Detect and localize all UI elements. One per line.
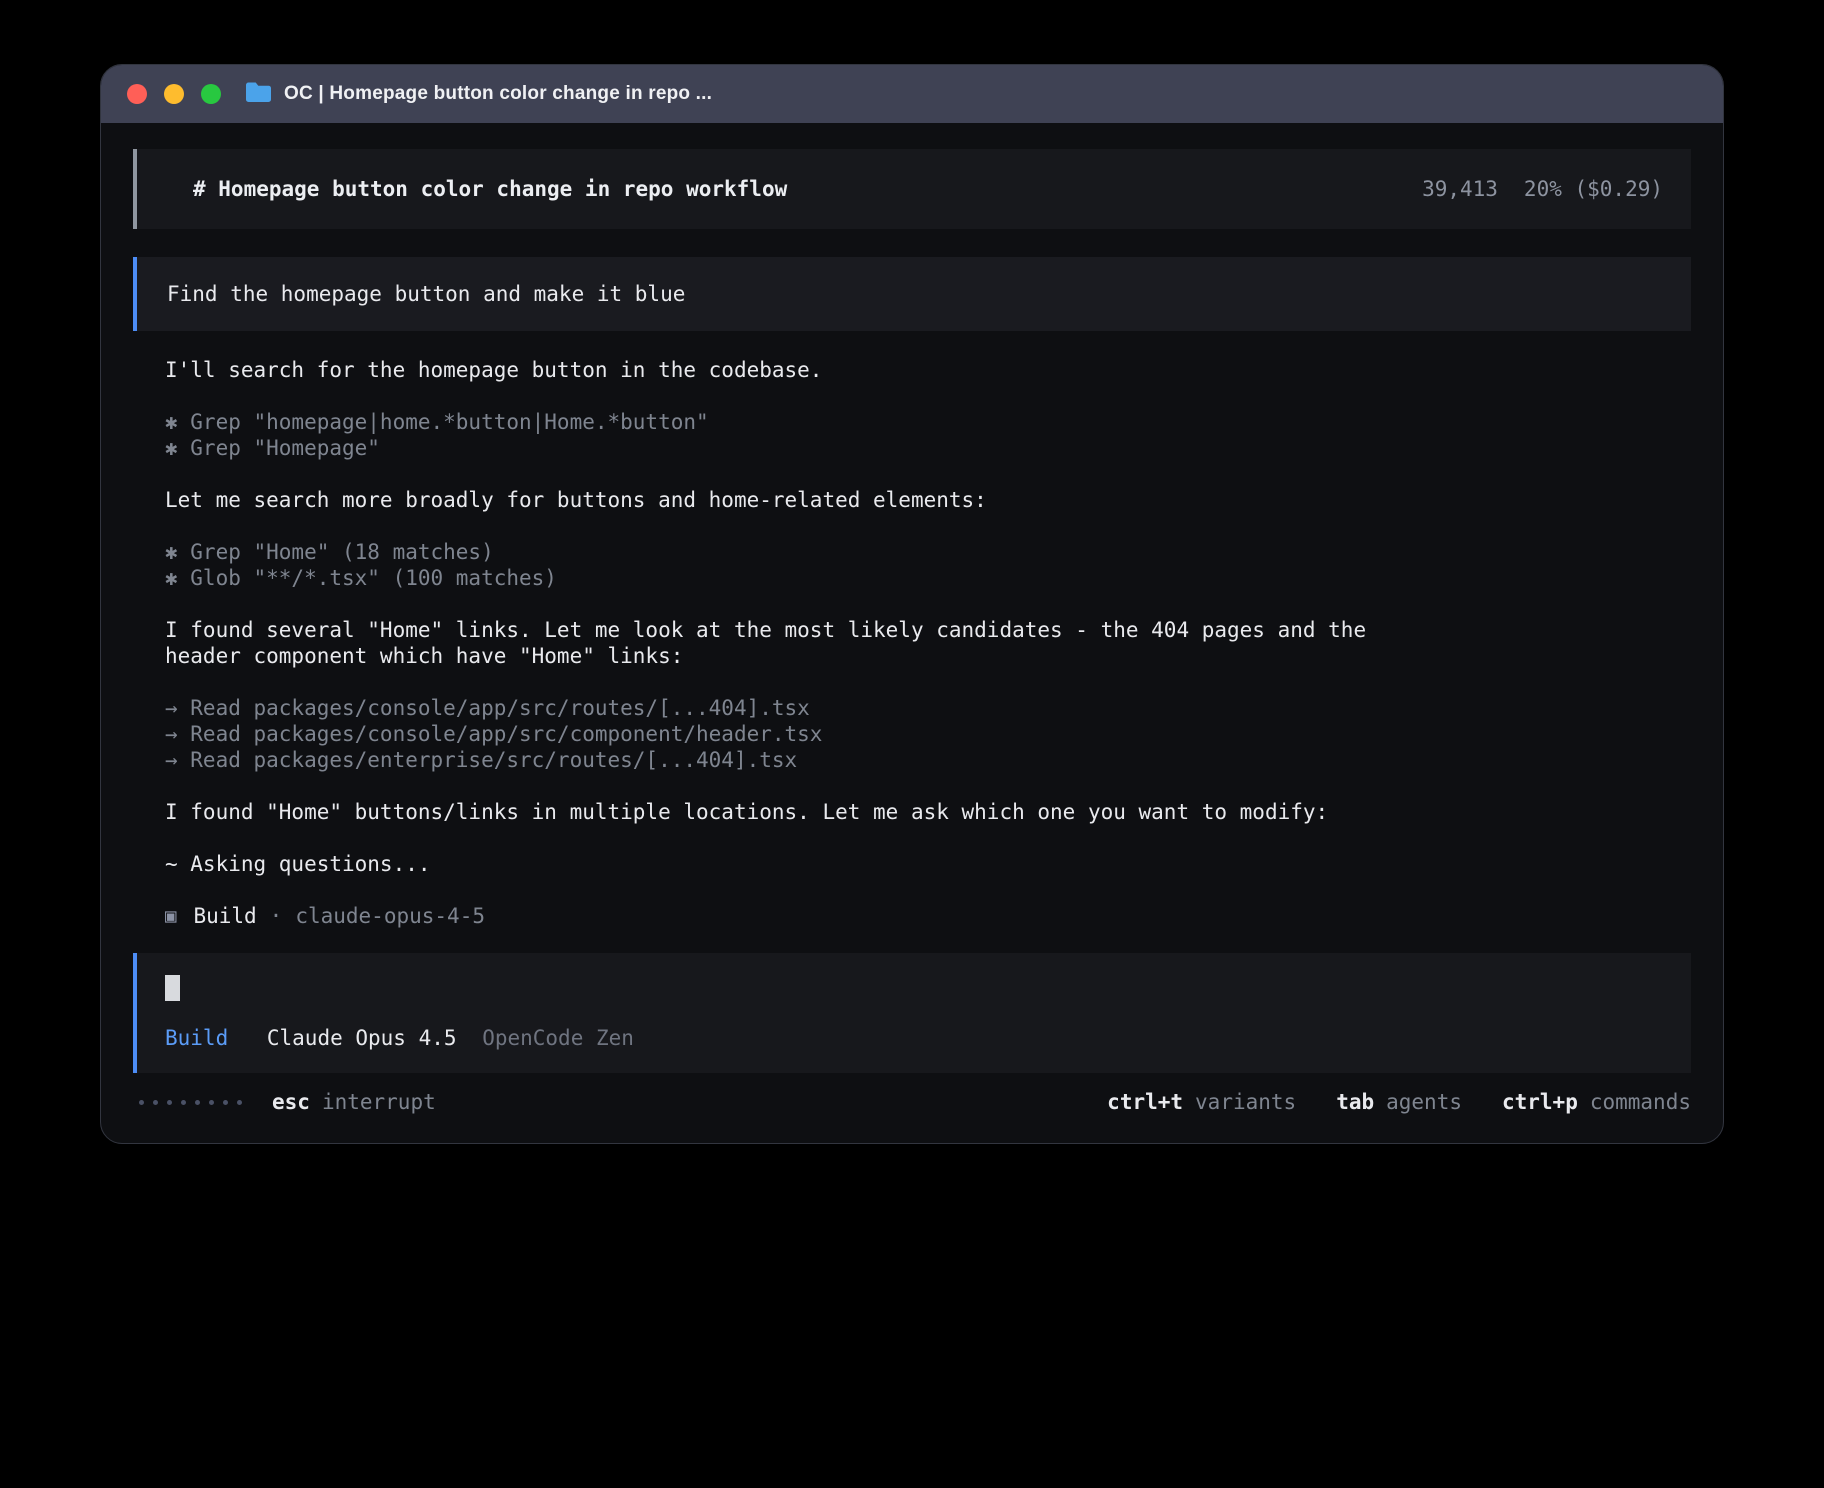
input-model-label: Claude Opus 4.5 — [267, 1026, 457, 1050]
agent-icon: ▣ — [165, 903, 176, 929]
assistant-text: I found several "Home" links. Let me loo… — [165, 617, 1415, 669]
shortcut-key: ctrl+t — [1107, 1089, 1183, 1115]
tool-call-grep: ✱ Grep "Homepage" — [165, 435, 1691, 461]
agent-separator: · — [270, 903, 283, 929]
agent-model: claude-opus-4-5 — [295, 903, 485, 929]
tool-call-read: → Read packages/console/app/src/componen… — [165, 721, 1691, 747]
close-button[interactable] — [127, 84, 147, 104]
tool-call-grep: ✱ Grep "homepage|home.*button|Home.*butt… — [165, 409, 1691, 435]
input-provider-label: OpenCode Zen — [482, 1026, 634, 1050]
agent-name: Build — [193, 903, 256, 929]
assistant-text: Let me search more broadly for buttons a… — [165, 487, 1691, 513]
terminal-window: OC | Homepage button color change in rep… — [100, 64, 1724, 1144]
assistant-status: ~ Asking questions... — [165, 851, 1691, 877]
status-bar: esc interrupt ctrl+t variants tab agents… — [133, 1089, 1691, 1115]
assistant-text: I found "Home" buttons/links in multiple… — [165, 799, 1691, 825]
zoom-button[interactable] — [201, 84, 221, 104]
title-group: OC | Homepage button color change in rep… — [245, 80, 712, 108]
shortcut-label: commands — [1590, 1089, 1691, 1115]
spinner-icon — [139, 1100, 242, 1105]
context-cost: 20% ($0.29) — [1524, 177, 1663, 201]
session-title: # Homepage button color change in repo w… — [193, 176, 787, 202]
session-stats: 39,413 20% ($0.29) — [1422, 176, 1663, 202]
shortcut-commands: ctrl+p commands — [1502, 1089, 1691, 1115]
input-mode-badge[interactable]: Build — [165, 1026, 228, 1050]
text-cursor-icon — [165, 975, 180, 1001]
terminal-content: # Homepage button color change in repo w… — [101, 123, 1723, 1143]
session-header: # Homepage button color change in repo w… — [133, 149, 1691, 229]
tool-call-glob: ✱ Glob "**/*.tsx" (100 matches) — [165, 565, 1691, 591]
input-meta: Build Claude Opus 4.5 OpenCode Zen — [165, 1025, 1663, 1051]
shortcut-key: tab — [1336, 1089, 1374, 1115]
traffic-lights — [127, 84, 221, 104]
assistant-text: I'll search for the homepage button in t… — [165, 357, 1691, 383]
window-titlebar[interactable]: OC | Homepage button color change in rep… — [101, 65, 1723, 123]
tool-call-grep: ✱ Grep "Home" (18 matches) — [165, 539, 1691, 565]
user-message-text: Find the homepage button and make it blu… — [167, 282, 685, 306]
shortcut-agents: tab agents — [1336, 1089, 1462, 1115]
esc-key-label: interrupt — [322, 1089, 436, 1115]
esc-key-hint: esc — [272, 1089, 310, 1115]
tool-call-read: → Read packages/enterprise/src/routes/[.… — [165, 747, 1691, 773]
folder-icon — [245, 80, 272, 108]
agent-status-line: ▣ Build · claude-opus-4-5 — [165, 903, 1691, 929]
window-title: OC | Homepage button color change in rep… — [284, 83, 712, 105]
shortcut-label: variants — [1195, 1089, 1296, 1115]
prompt-input[interactable]: Build Claude Opus 4.5 OpenCode Zen — [133, 953, 1691, 1073]
shortcut-variants: ctrl+t variants — [1107, 1089, 1296, 1115]
shortcut-label: agents — [1386, 1089, 1462, 1115]
user-message: Find the homepage button and make it blu… — [133, 257, 1691, 331]
tool-call-read: → Read packages/console/app/src/routes/[… — [165, 695, 1691, 721]
shortcut-key: ctrl+p — [1502, 1089, 1578, 1115]
conversation: I'll search for the homepage button in t… — [165, 357, 1691, 929]
status-left: esc interrupt — [133, 1089, 436, 1115]
minimize-button[interactable] — [164, 84, 184, 104]
token-count: 39,413 — [1422, 177, 1498, 201]
status-right: ctrl+t variants tab agents ctrl+p comman… — [1107, 1089, 1691, 1115]
